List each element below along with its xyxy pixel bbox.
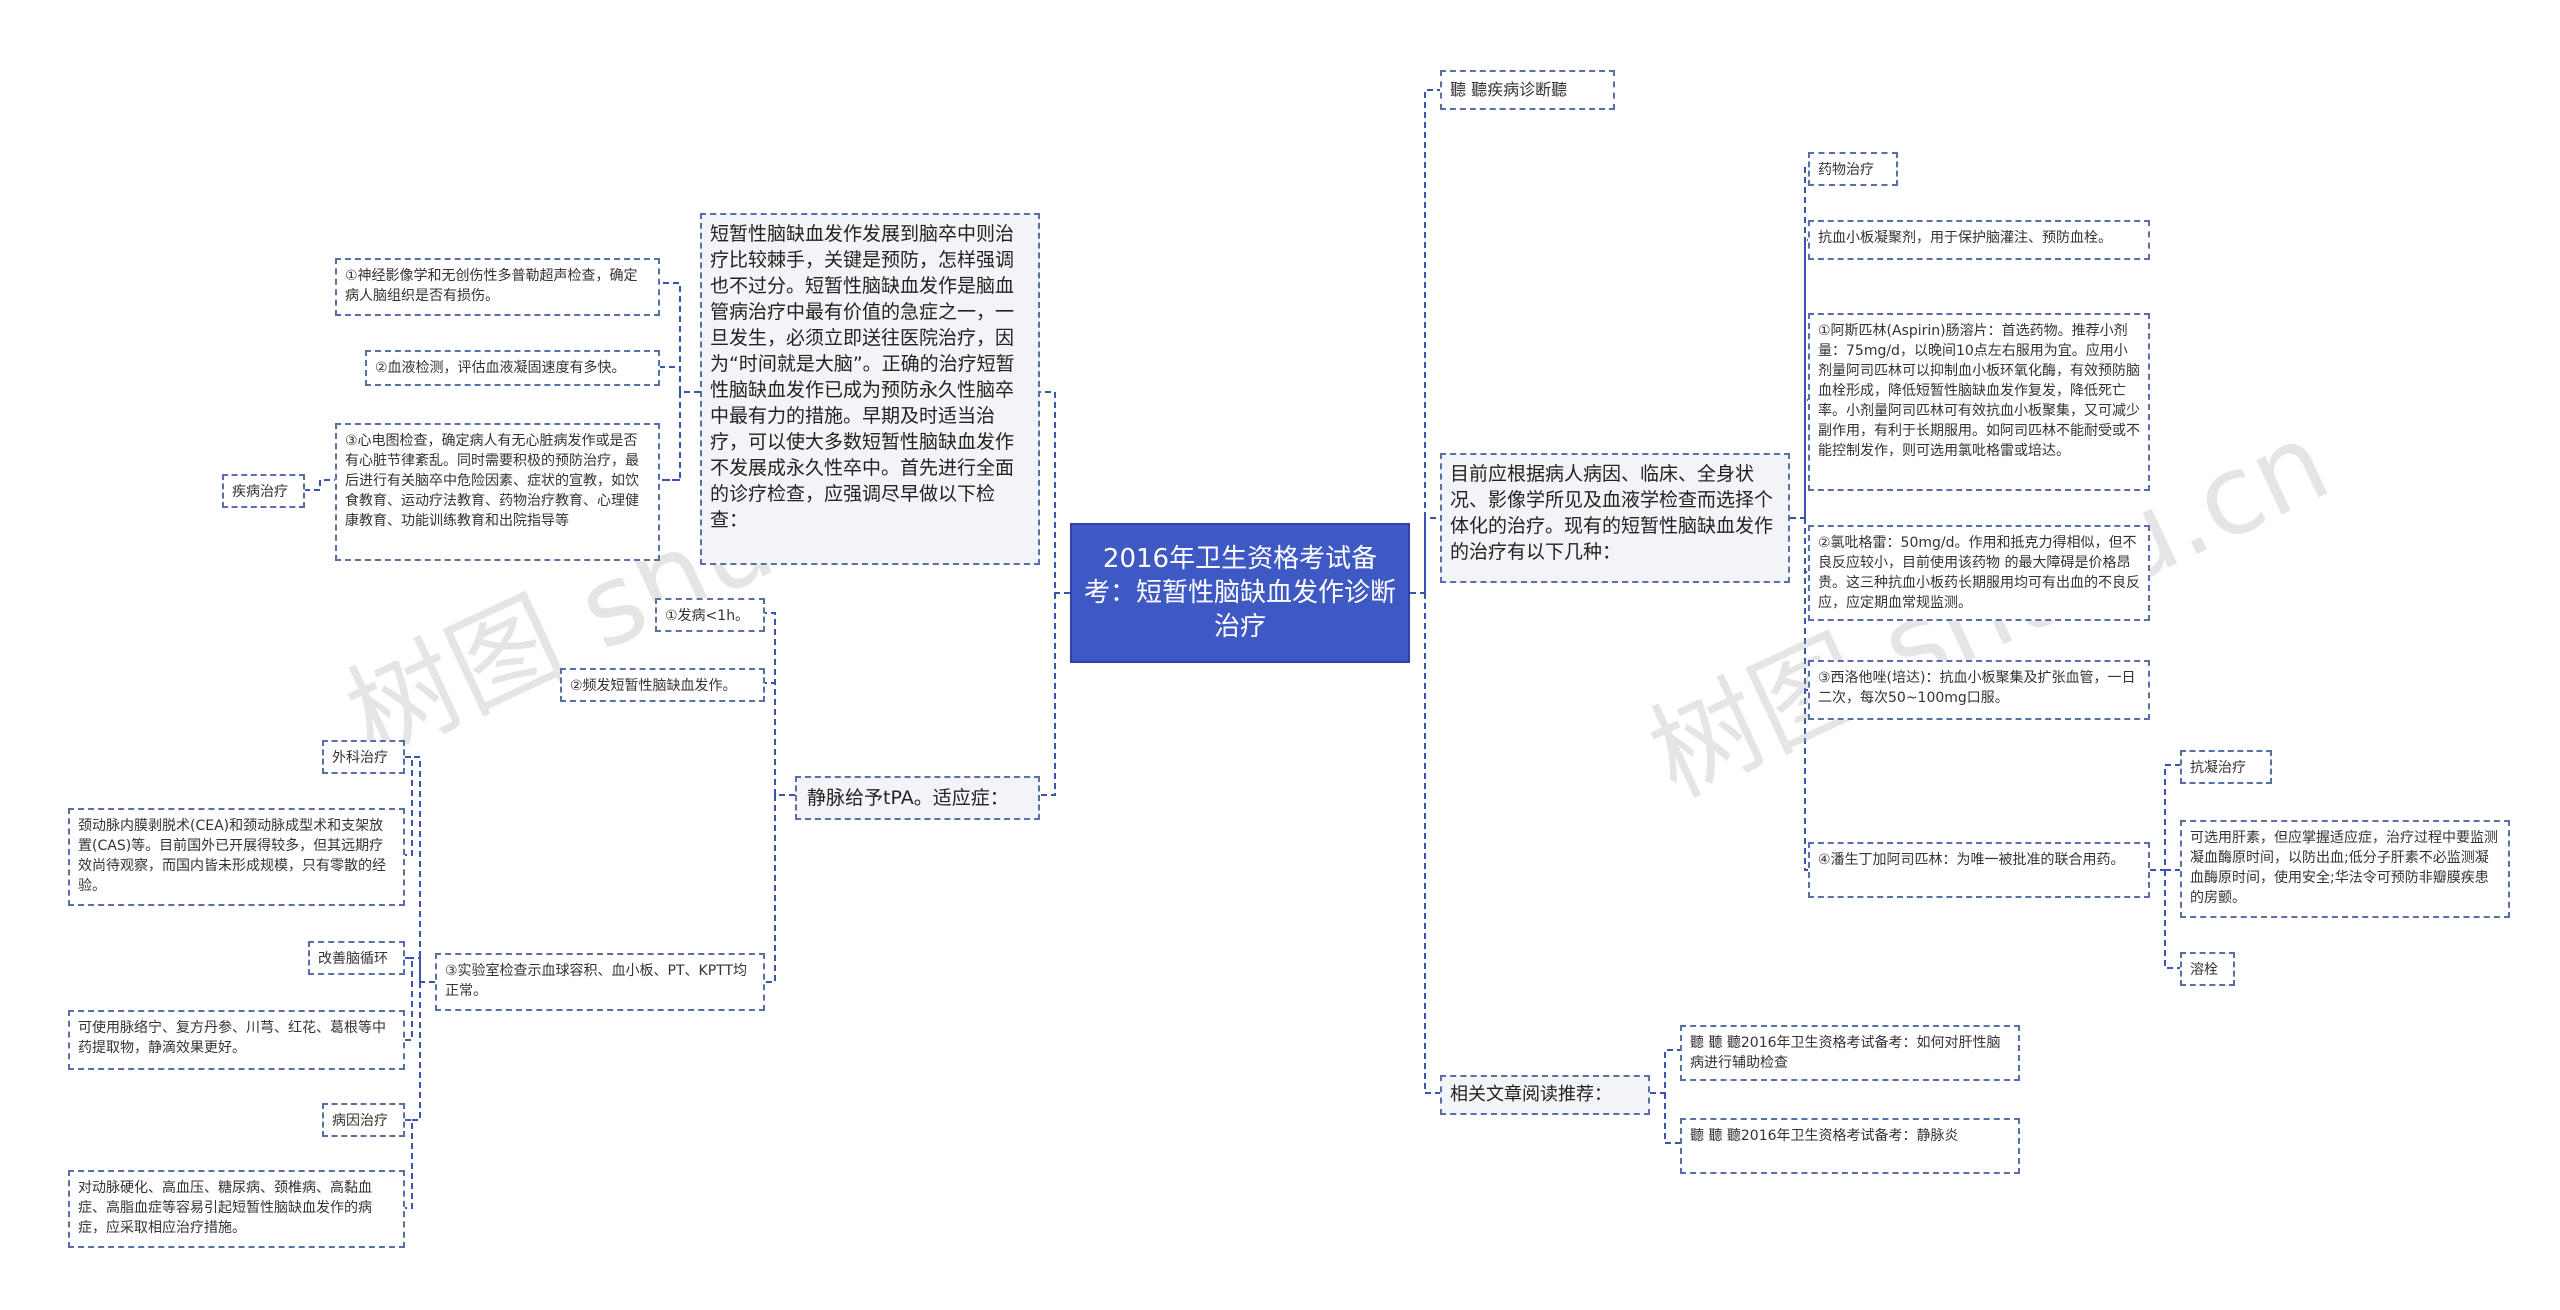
cause-text-node[interactable]: 对动脉硬化、高血压、糖尿病、颈椎病、高黏血症、高脂血症等容易引起短暂性脑缺血发作… (68, 1170, 405, 1248)
disease-treatment-node[interactable]: 疾病治疗 (222, 474, 305, 508)
aggrenox-node[interactable]: ④潘生丁加阿司匹林：为唯一被批准的联合用药。 (1808, 842, 2150, 898)
tpa-onset-node[interactable]: ①发病<1h。 (655, 598, 765, 632)
exam-neuroimaging-node[interactable]: ①神经影像学和无创伤性多普勒超声检查，确定病人脑组织是否有损伤。 (335, 258, 660, 316)
surgery-text-node[interactable]: 颈动脉内膜剥脱术(CEA)和颈动脉成型术和支架放置(CAS)等。目前国外已开展得… (68, 808, 405, 906)
related-article-link[interactable]: 聽 聽 聽2016年卫生资格考试备考：如何对肝性脑病进行辅助检查 (1680, 1025, 2020, 1081)
anticoag-label-node[interactable]: 抗凝治疗 (2180, 750, 2272, 784)
left-main-text-node[interactable]: 短暂性脑缺血发作发展到脑卒中则治疗比较棘手，关键是预防，怎样强调也不过分。短暂性… (700, 213, 1040, 565)
cause-label-node[interactable]: 病因治疗 (322, 1103, 405, 1137)
thrombolysis-node[interactable]: 溶栓 (2180, 952, 2235, 986)
related-articles-node[interactable]: 相关文章阅读推荐： (1440, 1075, 1650, 1115)
diagnosis-node[interactable]: 聽 聽疾病诊断聽 (1440, 70, 1615, 110)
tpa-node[interactable]: 静脉给予tPA。适应症： (795, 776, 1040, 820)
tpa-lab-node[interactable]: ③实验室检查示血球容积、血小板、PT、KPTT均正常。 (435, 953, 765, 1011)
root-topic[interactable]: 2016年卫生资格考试备考：短暂性脑缺血发作诊断治疗 (1070, 523, 1410, 663)
drug-treatment-node[interactable]: 药物治疗 (1808, 152, 1898, 186)
circulation-text-node[interactable]: 可使用脉络宁、复方丹参、川芎、红花、葛根等中药提取物，静滴效果更好。 (68, 1010, 405, 1070)
exam-blood-node[interactable]: ②血液检测，评估血液凝固速度有多快。 (365, 350, 660, 386)
surgery-label-node[interactable]: 外科治疗 (322, 740, 405, 774)
antiplatelet-node[interactable]: 抗血小板凝聚剂，用于保护脑灌注、预防血栓。 (1808, 220, 2150, 260)
related-article-link[interactable]: 聽 聽 聽2016年卫生资格考试备考：静脉炎 (1680, 1118, 2020, 1174)
circulation-label-node[interactable]: 改善脑循环 (308, 941, 405, 975)
tpa-frequent-node[interactable]: ②频发短暂性脑缺血发作。 (560, 668, 765, 702)
treatment-text-node[interactable]: 目前应根据病人病因、临床、全身状况、影像学所见及血液学检查而选择个体化的治疗。现… (1440, 453, 1790, 583)
clopidogrel-node[interactable]: ②氯吡格雷：50mg/d。作用和抵克力得相似，但不良反应较小，目前使用该药物 的… (1808, 525, 2150, 621)
aspirin-node[interactable]: ①阿斯匹林(Aspirin)肠溶片：首选药物。推荐小剂量：75mg/d，以晚间1… (1808, 313, 2150, 491)
exam-ecg-node[interactable]: ③心电图检查，确定病人有无心脏病发作或是否有心脏节律紊乱。同时需要积极的预防治疗… (335, 423, 660, 561)
anticoag-text-node[interactable]: 可选用肝素，但应掌握适应症，治疗过程中要监测凝血酶原时间，以防出血;低分子肝素不… (2180, 820, 2510, 918)
cilostazol-node[interactable]: ③西洛他唑(培达)：抗血小板聚集及扩张血管，一日二次，每次50~100mg口服。 (1808, 660, 2150, 720)
